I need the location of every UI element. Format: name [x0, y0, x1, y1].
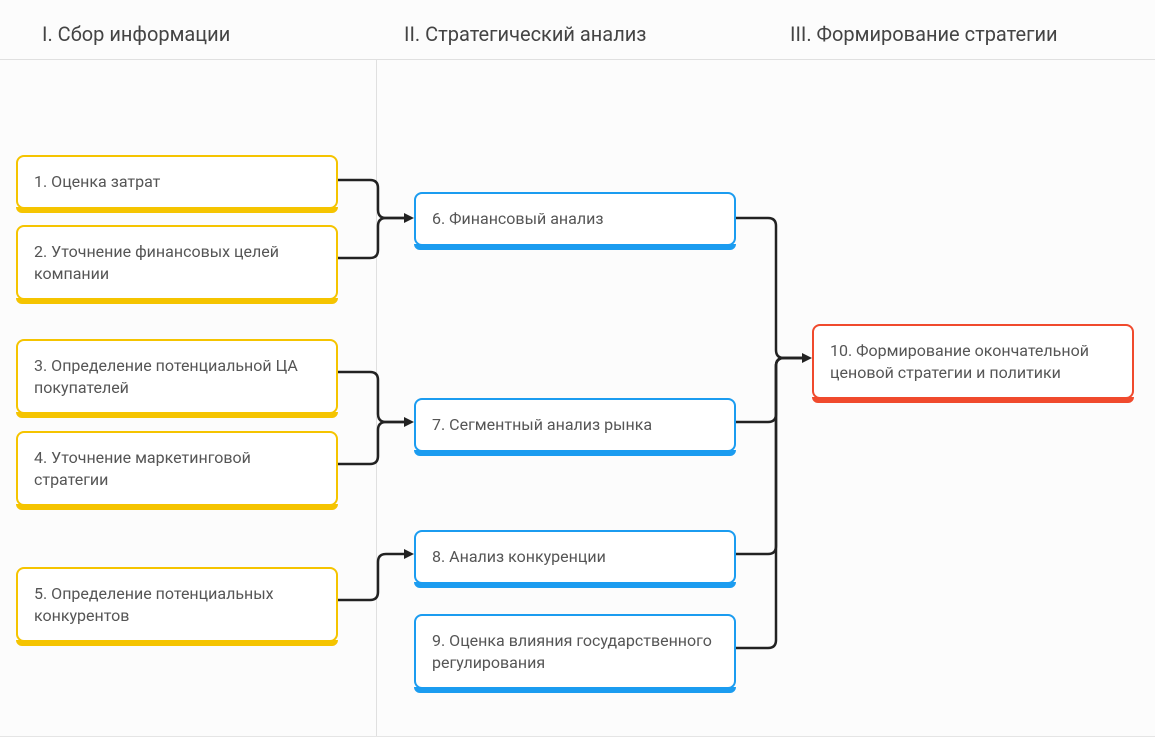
step-5-box: 5. Определение потенциальных конкурентов [16, 567, 338, 642]
step-1-box: 1. Оценка затрат [16, 155, 338, 209]
step-7-box: 7. Сегментный анализ рынка [414, 398, 736, 452]
step-4-box: 4. Уточнение маркетинговой стратегии [16, 431, 338, 506]
step-8-box: 8. Анализ конкуренции [414, 530, 736, 584]
column-1-title: I. Сбор информации [42, 0, 230, 46]
step-10-box: 10. Формирование окончательной ценовой с… [812, 324, 1134, 399]
column-3-title: III. Формирование стратегии [790, 0, 1058, 46]
step-3-box: 3. Определение потенциальной ЦА покупате… [16, 339, 338, 414]
column-2-title: II. Стратегический анализ [404, 0, 646, 46]
column-header-row: I. Сбор информации II. Стратегический ан… [0, 0, 1155, 60]
step-2-box: 2. Уточнение финансовых целей компании [16, 225, 338, 300]
step-6-box: 6. Финансовый анализ [414, 192, 736, 246]
column-divider [376, 60, 377, 737]
step-9-box: 9. Оценка влияния государственного регул… [414, 614, 736, 689]
